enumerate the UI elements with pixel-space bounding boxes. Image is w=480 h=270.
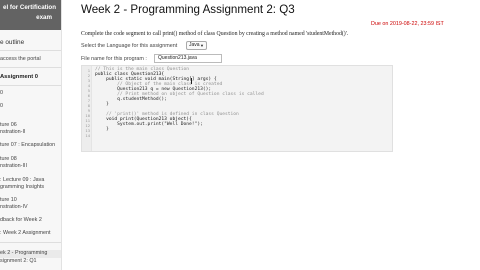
sidebar-divider xyxy=(0,50,61,51)
question-text: Complete the code segment to call print(… xyxy=(81,31,349,37)
chevron-down-icon: ▼ xyxy=(200,43,204,48)
language-select[interactable]: Java ▼ xyxy=(186,41,207,50)
line-number-gutter: 1 2 3 4 5 6 7 8 9 10 11 12 13 14 xyxy=(82,66,92,151)
sidebar-item-lecture-10-sub[interactable]: nstration-IV xyxy=(0,204,61,211)
sidebar-item-lecture-10[interactable]: ture 10 xyxy=(0,197,61,204)
sidebar-item-assignment-0[interactable]: Assignment 0 xyxy=(0,74,61,81)
code-line: } xyxy=(95,127,109,132)
sidebar-divider xyxy=(0,85,61,86)
sidebar-item-week-2-assignment[interactable]: : Week 2 Assignment xyxy=(0,230,61,237)
sidebar-divider xyxy=(0,67,61,68)
course-sidebar: el for Certification exam e outline acce… xyxy=(0,0,62,270)
sidebar-item-access-portal[interactable]: access the portal xyxy=(0,56,61,63)
code-line: } xyxy=(95,102,109,107)
course-title-line1: el for Certification xyxy=(3,4,56,11)
due-date: Due on 2019-08-22, 23:59 IST xyxy=(371,21,444,27)
filename-label: File name for this program : xyxy=(81,56,147,62)
line-number: 14 xyxy=(85,133,90,138)
sidebar-item-lecture-08-sub[interactable]: nstration-III xyxy=(0,163,61,170)
sidebar-item-feedback-week-2[interactable]: dback for Week 2 xyxy=(0,217,61,224)
course-title-header: el for Certification exam xyxy=(0,0,61,30)
sidebar-item-lecture-08[interactable]: ture 08 xyxy=(0,156,61,163)
code-line: System.out.print("Well Done!"); xyxy=(95,122,203,127)
sidebar-item-week-0b[interactable]: 0 xyxy=(0,103,61,110)
sidebar-item-lecture-06[interactable]: ture 06 xyxy=(0,122,61,129)
sidebar-item-programming-assignment-sub[interactable]: signment 2: Q1 xyxy=(0,258,61,265)
sidebar-item-programming-assignment[interactable]: ek 2 - Programming xyxy=(0,250,61,258)
language-value: Java xyxy=(189,42,200,48)
sidebar-item-lecture-07[interactable]: ture 07 : Encapsulation xyxy=(0,142,61,149)
code-editor[interactable]: 1 2 3 4 5 6 7 8 9 10 11 12 13 14 // This… xyxy=(81,65,393,152)
sidebar-item-lecture-06-sub[interactable]: nstration-II xyxy=(0,129,61,136)
language-label: Select the Language for this assignment xyxy=(81,43,178,49)
sidebar-item-lecture-09-sub[interactable]: gramming Insights xyxy=(0,184,61,191)
text-cursor xyxy=(191,78,192,84)
page-title: Week 2 - Programming Assignment 2: Q3 xyxy=(81,3,295,16)
sidebar-item-week-0a[interactable]: 0 xyxy=(0,90,61,97)
sidebar-divider xyxy=(0,242,61,243)
sidebar-item-lecture-09[interactable]: : Lecture 09 : Java xyxy=(0,177,61,184)
course-title-line2: exam xyxy=(36,14,52,21)
filename-field[interactable]: Question213.java xyxy=(154,54,222,63)
sidebar-item-course-outline[interactable]: e outline xyxy=(0,39,61,46)
